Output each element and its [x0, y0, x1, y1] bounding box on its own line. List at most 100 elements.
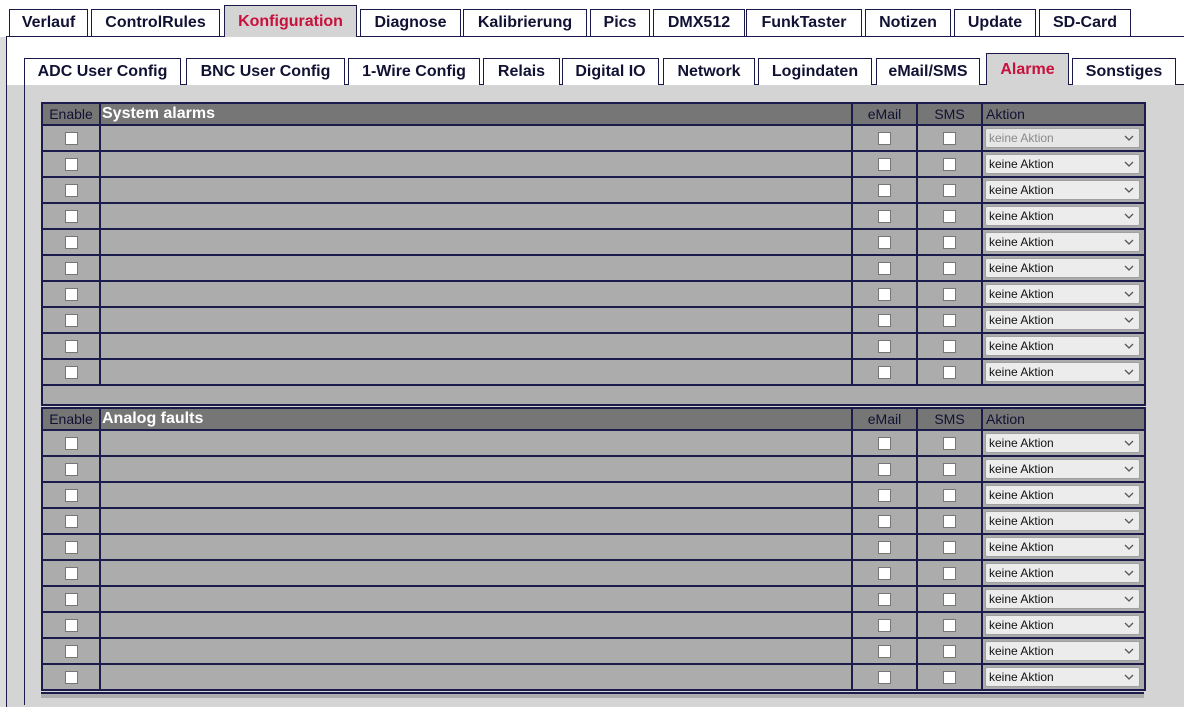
enable-checkbox[interactable]: [64, 235, 78, 249]
email-checkbox[interactable]: [878, 670, 891, 684]
sms-checkbox[interactable]: [943, 514, 956, 528]
email-checkbox[interactable]: [878, 365, 891, 379]
tab-update[interactable]: Update: [954, 9, 1036, 36]
enable-checkbox[interactable]: [64, 514, 78, 528]
enable-checkbox[interactable]: [64, 183, 78, 197]
sms-checkbox[interactable]: [943, 670, 956, 684]
enable-checkbox[interactable]: [64, 540, 78, 554]
enable-checkbox[interactable]: [64, 313, 78, 327]
email-checkbox[interactable]: [878, 644, 891, 658]
email-checkbox[interactable]: [878, 209, 891, 223]
action-select[interactable]: keine Aktion: [985, 563, 1140, 583]
tab-kalibrierung[interactable]: Kalibrierung: [463, 9, 587, 36]
sms-checkbox[interactable]: [943, 566, 956, 580]
tab-notizen[interactable]: Notizen: [865, 9, 951, 36]
enable-checkbox[interactable]: [64, 436, 78, 450]
action-select[interactable]: keine Aktion: [985, 641, 1140, 661]
subtab-sonstiges[interactable]: Sonstiges: [1072, 58, 1176, 85]
action-select[interactable]: keine Aktion: [985, 537, 1140, 557]
sms-checkbox[interactable]: [943, 339, 956, 353]
email-checkbox[interactable]: [878, 488, 891, 502]
action-select[interactable]: keine Aktion: [985, 615, 1140, 635]
enable-checkbox[interactable]: [64, 131, 78, 145]
action-select[interactable]: keine Aktion: [985, 362, 1140, 382]
tab-verlauf[interactable]: Verlauf: [9, 9, 88, 36]
subtab-logindaten[interactable]: Logindaten: [758, 58, 872, 85]
enable-checkbox[interactable]: [64, 488, 78, 502]
tab-sd-card[interactable]: SD-Card: [1039, 9, 1131, 36]
sms-checkbox[interactable]: [943, 235, 956, 249]
email-checkbox[interactable]: [878, 157, 891, 171]
email-checkbox[interactable]: [878, 287, 891, 301]
sms-checkbox[interactable]: [943, 365, 956, 379]
enable-checkbox[interactable]: [64, 644, 78, 658]
subtab-bnc-user-config[interactable]: BNC User Config: [186, 58, 345, 85]
sms-checkbox[interactable]: [943, 287, 956, 301]
tab-konfiguration[interactable]: Konfiguration: [224, 5, 357, 37]
action-select[interactable]: keine Aktion: [985, 485, 1140, 505]
tab-diagnose[interactable]: Diagnose: [360, 9, 461, 36]
enable-checkbox[interactable]: [64, 287, 78, 301]
enable-checkbox[interactable]: [64, 592, 78, 606]
enable-checkbox[interactable]: [64, 261, 78, 275]
email-checkbox[interactable]: [878, 540, 891, 554]
action-select[interactable]: keine Aktion: [985, 206, 1140, 226]
action-select[interactable]: keine Aktion: [985, 433, 1140, 453]
email-checkbox[interactable]: [878, 514, 891, 528]
action-select[interactable]: keine Aktion: [985, 667, 1140, 687]
subtab-digital-io[interactable]: Digital IO: [562, 58, 659, 85]
action-select[interactable]: keine Aktion: [985, 232, 1140, 252]
email-checkbox[interactable]: [878, 436, 891, 450]
tab-controlrules[interactable]: ControlRules: [91, 9, 220, 36]
action-select[interactable]: keine Aktion: [985, 258, 1140, 278]
sms-checkbox[interactable]: [943, 313, 956, 327]
email-checkbox[interactable]: [878, 592, 891, 606]
subtab-relais[interactable]: Relais: [483, 58, 560, 85]
sms-checkbox[interactable]: [943, 157, 956, 171]
email-checkbox[interactable]: [878, 313, 891, 327]
enable-checkbox[interactable]: [64, 462, 78, 476]
action-select[interactable]: keine Aktion: [985, 284, 1140, 304]
sms-checkbox[interactable]: [943, 131, 956, 145]
email-checkbox[interactable]: [878, 183, 891, 197]
subtab-email-sms[interactable]: eMail/SMS: [876, 58, 980, 85]
email-checkbox[interactable]: [878, 131, 891, 145]
sms-checkbox[interactable]: [943, 209, 956, 223]
sms-checkbox[interactable]: [943, 436, 956, 450]
sms-checkbox[interactable]: [943, 183, 956, 197]
enable-checkbox[interactable]: [64, 670, 78, 684]
action-select[interactable]: keine Aktion: [985, 459, 1140, 479]
email-checkbox[interactable]: [878, 462, 891, 476]
action-select[interactable]: keine Aktion: [985, 511, 1140, 531]
tab-funktaster[interactable]: FunkTaster: [746, 9, 862, 36]
subtab-adc-user-config[interactable]: ADC User Config: [24, 58, 181, 85]
subtab-1-wire-config[interactable]: 1-Wire Config: [348, 58, 480, 85]
tab-dmx512[interactable]: DMX512: [653, 9, 745, 36]
tab-pics[interactable]: Pics: [590, 9, 650, 36]
enable-checkbox[interactable]: [64, 618, 78, 632]
action-select[interactable]: keine Aktion: [985, 180, 1140, 200]
sms-checkbox[interactable]: [943, 488, 956, 502]
enable-checkbox[interactable]: [64, 157, 78, 171]
sms-checkbox[interactable]: [943, 261, 956, 275]
action-select[interactable]: keine Aktion: [985, 336, 1140, 356]
email-checkbox[interactable]: [878, 235, 891, 249]
enable-checkbox[interactable]: [64, 566, 78, 580]
subtab-network[interactable]: Network: [663, 58, 755, 85]
sms-checkbox[interactable]: [943, 592, 956, 606]
email-checkbox[interactable]: [878, 339, 891, 353]
subtab-alarme[interactable]: Alarme: [986, 53, 1069, 85]
email-checkbox[interactable]: [878, 618, 891, 632]
sms-checkbox[interactable]: [943, 644, 956, 658]
sms-checkbox[interactable]: [943, 540, 956, 554]
enable-checkbox[interactable]: [64, 365, 78, 379]
sms-checkbox[interactable]: [943, 462, 956, 476]
sms-checkbox[interactable]: [943, 618, 956, 632]
enable-checkbox[interactable]: [64, 339, 78, 353]
action-select[interactable]: keine Aktion: [985, 310, 1140, 330]
email-checkbox[interactable]: [878, 566, 891, 580]
email-checkbox[interactable]: [878, 261, 891, 275]
enable-checkbox[interactable]: [64, 209, 78, 223]
action-select[interactable]: keine Aktion: [985, 589, 1140, 609]
action-select[interactable]: keine Aktion: [985, 154, 1140, 174]
